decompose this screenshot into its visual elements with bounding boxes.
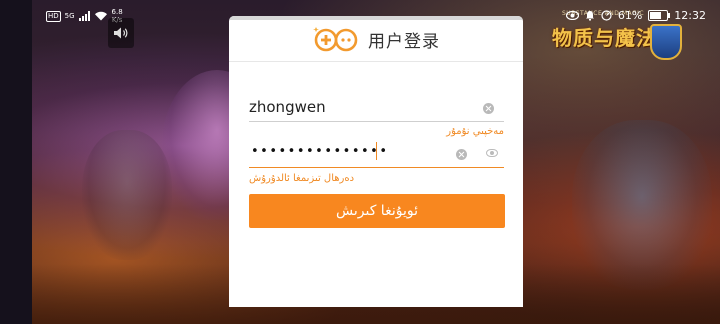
clear-username-icon[interactable] — [483, 103, 494, 114]
forgot-password-link[interactable]: مەخپىي نۇمۇر — [446, 126, 504, 137]
show-password-eye-icon[interactable] — [486, 149, 498, 157]
password-input[interactable]: ••••••••••••••• — [251, 144, 389, 159]
clock: 12:32 — [674, 9, 706, 22]
username-underline — [249, 121, 504, 122]
hd-indicator: HD — [46, 10, 61, 22]
eye-status-icon — [565, 11, 579, 20]
text-cursor — [376, 142, 377, 160]
register-link[interactable]: دەرھال تىزىمغا ئالدۇرۇش — [249, 173, 354, 184]
volume-icon — [114, 27, 128, 39]
battery-icon — [648, 10, 671, 21]
dialog-title: 用户登录 — [368, 31, 440, 52]
network-type: 5G — [64, 12, 75, 20]
alarm-icon — [585, 11, 594, 21]
status-right: 61% 12:32 — [565, 9, 706, 22]
signal-icon — [78, 11, 90, 21]
volume-button[interactable] — [108, 18, 134, 48]
data-saver-icon — [601, 10, 612, 21]
username-field[interactable]: zhongwen — [249, 92, 504, 122]
background-character-wolf — [82, 130, 172, 260]
password-underline — [249, 167, 504, 168]
wifi-icon — [94, 11, 107, 21]
login-button[interactable]: ئويۇنغا كىرىش — [249, 194, 505, 228]
game-controller-logo-icon — [313, 27, 358, 52]
dialog-header: 用户登录 — [229, 16, 523, 62]
username-input[interactable]: zhongwen — [249, 98, 326, 116]
clear-password-icon[interactable] — [456, 149, 467, 160]
network-speed-value: 6.8 — [111, 8, 123, 16]
login-dialog: 用户登录 zhongwen مەخپىي نۇمۇر •••••••••••••… — [229, 16, 523, 307]
password-field[interactable]: ••••••••••••••• — [249, 138, 504, 168]
header-divider — [229, 61, 523, 62]
battery-percent: 61% — [617, 9, 643, 22]
